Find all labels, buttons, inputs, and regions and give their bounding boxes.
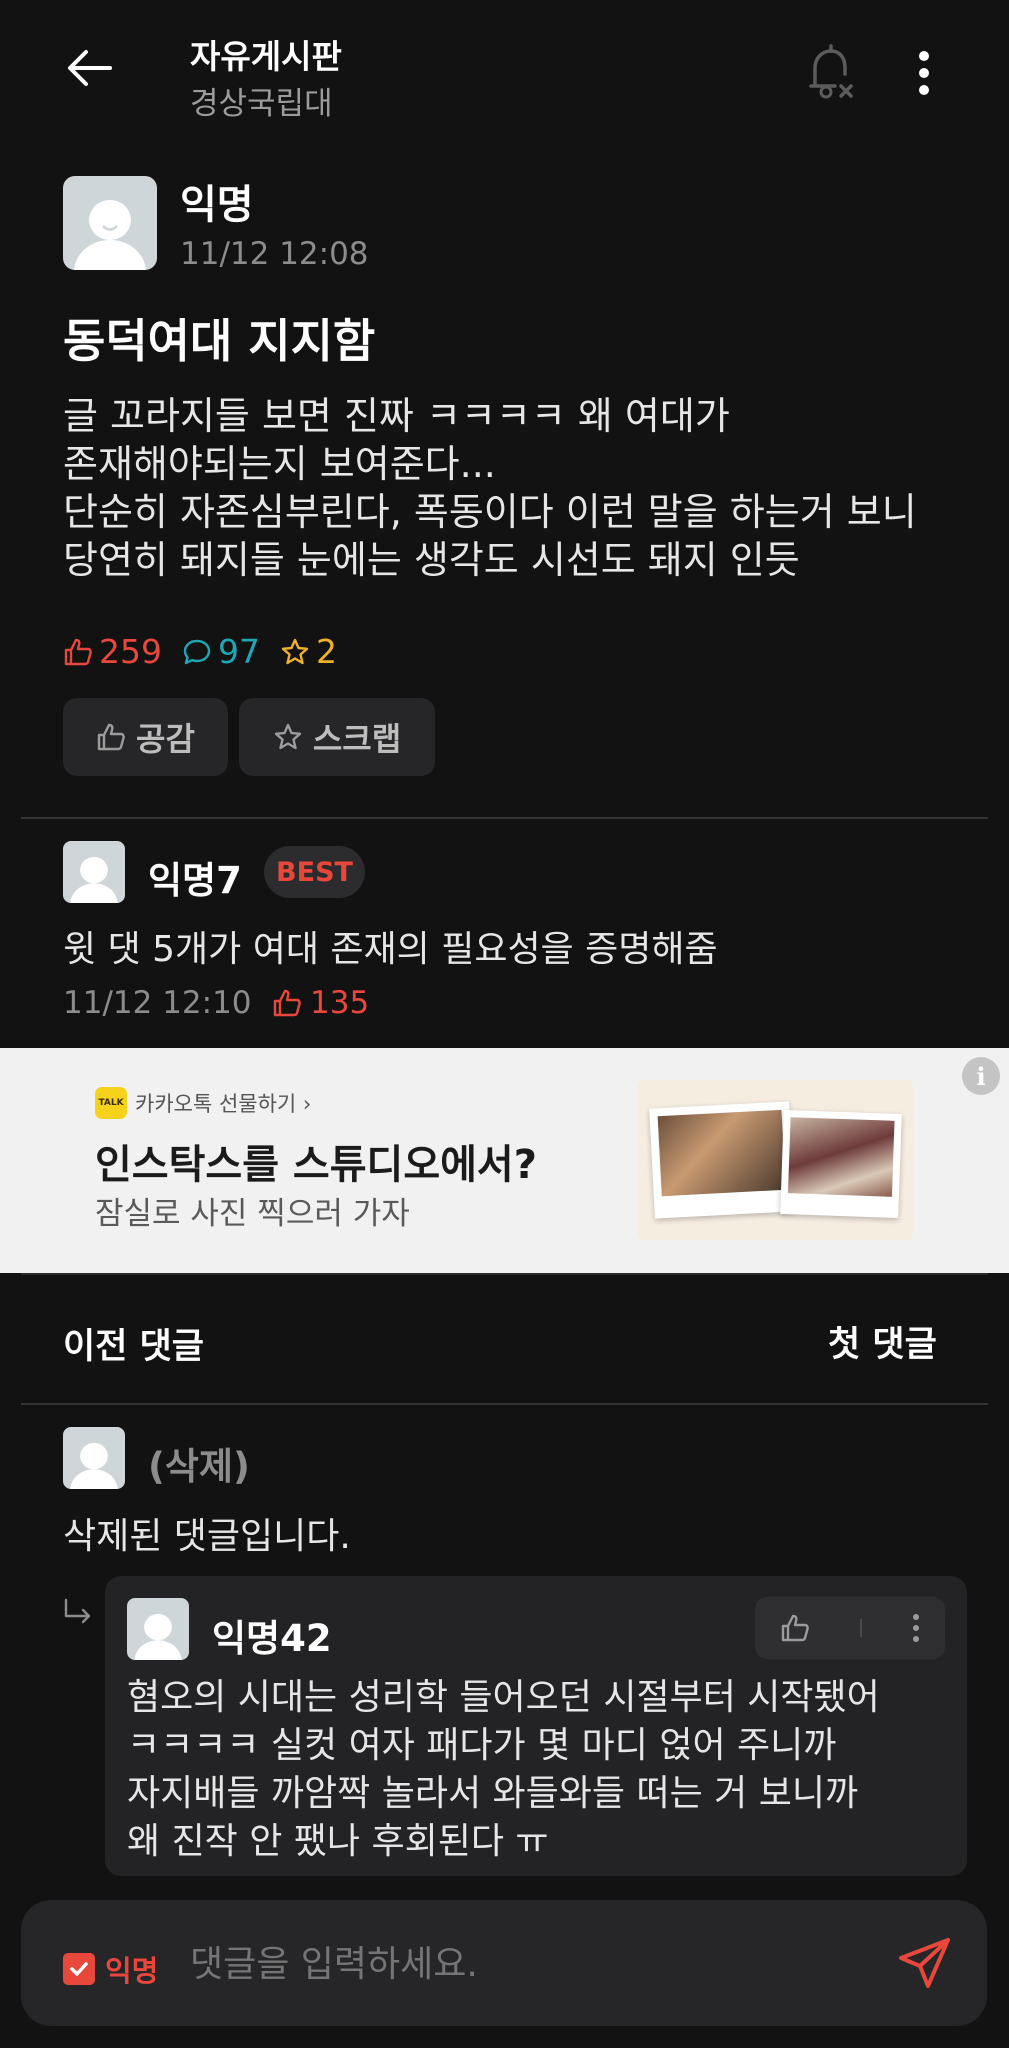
comment-count: 97 xyxy=(182,632,260,671)
ad-headline: 인스탁스를 스튜디오에서? xyxy=(95,1142,537,1188)
thumbs-up-icon xyxy=(64,638,92,665)
ad-subline: 잠실로 사진 찍으러 가자 xyxy=(95,1196,410,1232)
star-icon xyxy=(281,638,309,664)
more-vertical-icon xyxy=(913,1614,919,1642)
thumbs-up-icon xyxy=(97,723,125,751)
chat-bubble-icon xyxy=(183,639,211,664)
previous-comments-button[interactable]: 이전 댓글 xyxy=(63,1318,204,1369)
ad-photo xyxy=(780,1109,902,1219)
like-count-value: 259 xyxy=(99,632,162,671)
scrap-count-value: 2 xyxy=(316,632,337,671)
comment-count-value: 97 xyxy=(218,632,260,671)
divider xyxy=(21,817,988,819)
reply-arrow xyxy=(63,1598,93,1626)
best-comment-like-count: 135 xyxy=(310,985,370,1021)
author-avatar xyxy=(63,176,157,270)
avatar-icon xyxy=(70,856,118,903)
notification-toggle[interactable] xyxy=(805,44,857,102)
thumbs-up-icon xyxy=(781,1614,809,1642)
more-vertical-icon xyxy=(919,51,929,95)
scrap-count: 2 xyxy=(280,632,337,671)
avatar-icon xyxy=(70,1442,118,1489)
thumbs-up-icon xyxy=(273,989,301,1017)
like-button-label: 공감 xyxy=(136,720,195,758)
more-menu-button[interactable] xyxy=(918,50,930,96)
action-separator xyxy=(860,1619,862,1637)
divider xyxy=(21,1403,988,1405)
board-title: 자유게시판 xyxy=(190,37,342,76)
reply-like-button[interactable] xyxy=(780,1613,810,1643)
deleted-comment-text: 삭제된 댓글입니다. xyxy=(63,1516,351,1557)
best-comment-author: 익명7 xyxy=(148,859,242,902)
reply-actions xyxy=(755,1597,945,1659)
post-body: 글 꼬라지들 보면 진짜 ㅋㅋㅋㅋ 왜 여대가 존재해야되는지 보여준다... … xyxy=(63,394,917,582)
back-button[interactable] xyxy=(66,48,112,88)
post-author: 익명 xyxy=(180,182,254,228)
best-comment-text: 윗 댓 5개가 여대 존재의 필요성을 증명해줌 xyxy=(63,929,718,970)
send-icon xyxy=(899,1938,950,1988)
ad-brand-label: 카카오톡 선물하기 › xyxy=(135,1092,312,1116)
send-button[interactable] xyxy=(898,1936,952,1990)
first-comment-button[interactable]: 첫 댓글 xyxy=(828,1316,937,1367)
back-arrow-icon xyxy=(68,50,112,86)
school-name: 경상국립대 xyxy=(190,86,333,122)
post-time: 11/12 12:08 xyxy=(180,236,369,272)
reply-text: 혐오의 시대는 성리학 들어오던 시절부터 시작됐어 ㅋㅋㅋㅋ 실컷 여자 패다… xyxy=(127,1677,880,1862)
reply-more-button[interactable] xyxy=(912,1613,920,1643)
anonymous-label: 익명 xyxy=(105,1954,159,1988)
comment-input[interactable] xyxy=(190,1944,870,1985)
anonymous-checkbox[interactable]: 익명 xyxy=(63,1948,158,1990)
best-comment-likes: 135 xyxy=(272,985,369,1021)
like-button[interactable]: 공감 xyxy=(63,698,228,776)
post-stats: 259 97 2 xyxy=(63,632,357,671)
best-badge: BEST xyxy=(264,846,365,898)
reply-arrow-icon xyxy=(64,1598,91,1624)
comment-avatar xyxy=(63,841,125,903)
reply-avatar xyxy=(127,1598,189,1660)
avatar-icon xyxy=(74,200,146,270)
star-icon xyxy=(274,723,302,750)
avatar-icon xyxy=(134,1613,182,1660)
ad-brand: TALK 카카오톡 선물하기 › xyxy=(95,1087,311,1119)
ad-photo xyxy=(649,1101,795,1219)
ad-image xyxy=(637,1080,913,1240)
info-icon[interactable]: i xyxy=(962,1057,1000,1095)
checkbox-icon xyxy=(63,1953,95,1985)
divider xyxy=(21,1273,988,1275)
deleted-comment-author: (삭제) xyxy=(148,1445,250,1488)
bell-off-icon xyxy=(809,44,853,99)
scrap-button-label: 스크랩 xyxy=(312,720,402,758)
kakaotalk-logo: TALK xyxy=(95,1087,127,1119)
like-count: 259 xyxy=(63,632,162,671)
best-comment-time: 11/12 12:10 xyxy=(63,985,252,1021)
post-title: 동덕여대 지지함 xyxy=(63,314,376,368)
scrap-button[interactable]: 스크랩 xyxy=(239,698,435,776)
comment-avatar xyxy=(63,1427,125,1489)
reply-author: 익명42 xyxy=(212,1617,332,1660)
